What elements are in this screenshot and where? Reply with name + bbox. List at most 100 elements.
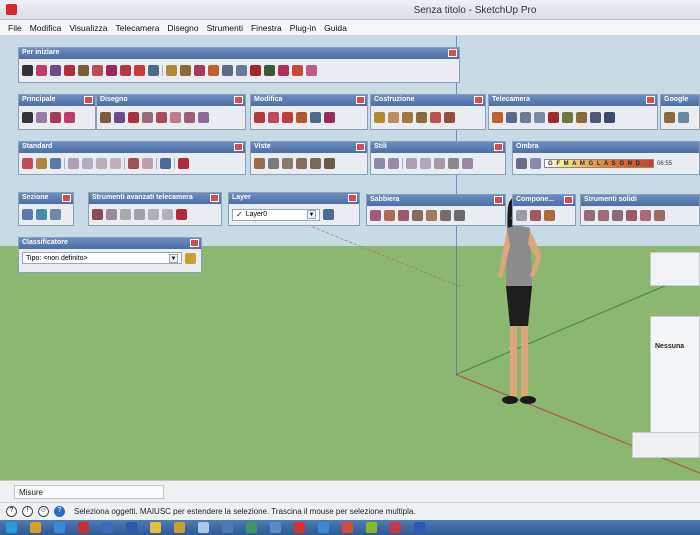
app-icon[interactable] [198,522,209,533]
eraser-icon[interactable] [64,112,75,123]
close-icon[interactable] [234,143,243,151]
sandbox-from-contours-icon[interactable] [370,210,381,221]
component-icon[interactable] [36,112,47,123]
paint-bucket-icon[interactable] [194,65,205,76]
position-camera-icon[interactable] [576,112,587,123]
share-model-icon[interactable] [292,65,303,76]
text-tool-icon[interactable] [180,65,191,76]
rotate-icon[interactable] [282,112,293,123]
model-info-icon[interactable] [178,158,189,169]
dimension-icon[interactable] [388,112,399,123]
save-icon[interactable] [50,158,61,169]
close-icon[interactable] [84,96,93,104]
shaded-icon[interactable] [434,158,445,169]
subtract-icon[interactable] [626,210,637,221]
display-section-cuts-icon[interactable] [50,209,61,220]
redo-icon[interactable] [142,158,153,169]
app-icon[interactable] [174,522,185,533]
scale-icon[interactable] [148,65,159,76]
zoom-icon[interactable] [236,65,247,76]
hidden-line-icon[interactable] [420,158,431,169]
select-tool-icon[interactable] [22,112,33,123]
move-icon[interactable] [120,65,131,76]
app-icon[interactable] [270,522,281,533]
classify-icon[interactable] [185,252,196,264]
previous-view-icon[interactable] [562,112,573,123]
menu-disegno[interactable]: Disegno [163,23,202,33]
3d-text-icon[interactable] [444,112,455,123]
look-around-icon[interactable] [590,112,601,123]
outer-shell-icon[interactable] [584,210,595,221]
delete-icon[interactable] [110,158,121,169]
menu-plugin[interactable]: Plug-in [286,23,320,33]
close-icon[interactable] [448,49,457,57]
close-icon[interactable] [494,143,503,151]
app-icon[interactable] [78,522,89,533]
display-section-planes-icon[interactable] [36,209,47,220]
app-icon[interactable] [150,522,161,533]
show-frustum-fog-icon[interactable] [162,209,173,220]
extension-icon[interactable] [278,65,289,76]
measurements-label[interactable]: Misure [14,485,164,499]
text-tool-icon[interactable] [416,112,427,123]
move-icon[interactable] [254,112,265,123]
component-attributes-icon[interactable] [544,210,555,221]
scale-icon[interactable] [310,112,321,123]
offset-icon[interactable] [106,65,117,76]
app-icon[interactable] [246,522,257,533]
help-icon[interactable]: ? [54,506,65,517]
browser-icon[interactable] [54,522,65,533]
geolocation-icon[interactable]: ? [6,506,17,517]
close-icon[interactable] [356,96,365,104]
credits-icon[interactable]: ! [22,506,33,517]
orbit-icon[interactable] [492,112,503,123]
intersect-icon[interactable] [598,210,609,221]
app-icon[interactable] [126,522,137,533]
smoove-icon[interactable] [398,210,409,221]
start-button-icon[interactable] [6,522,17,533]
app-icon[interactable] [294,522,305,533]
front-view-icon[interactable] [282,158,293,169]
monochrome-icon[interactable] [462,158,473,169]
offset-icon[interactable] [324,112,335,123]
two-point-arc-icon[interactable] [198,112,209,123]
axes-icon[interactable] [430,112,441,123]
app-icon[interactable] [366,522,377,533]
right-view-icon[interactable] [296,158,307,169]
rectangle-tool-icon[interactable] [78,65,89,76]
layout-icon[interactable] [306,65,317,76]
chevron-down-icon[interactable]: ▼ [307,210,316,219]
user-icon[interactable]: ☺ [38,506,49,517]
drape-icon[interactable] [426,210,437,221]
rotate-icon[interactable] [134,65,145,76]
follow-me-icon[interactable] [296,112,307,123]
lock-camera-icon[interactable] [120,209,131,220]
sketchup-taskbar-icon[interactable] [342,522,353,533]
chevron-down-icon[interactable]: ▼ [169,253,178,263]
open-file-icon[interactable] [36,158,47,169]
pan-icon[interactable] [506,112,517,123]
app-icon[interactable] [102,522,113,533]
close-icon[interactable] [190,239,199,247]
iso-view-icon[interactable] [254,158,265,169]
add-location-icon[interactable] [664,112,675,123]
app-icon[interactable] [222,522,233,533]
orbit-icon[interactable] [208,65,219,76]
close-icon[interactable] [494,196,503,204]
xray-icon[interactable] [374,158,385,169]
stamp-icon[interactable] [412,210,423,221]
arc-tool-icon[interactable] [64,65,75,76]
zoom-extents-icon[interactable] [548,112,559,123]
tape-measure-icon[interactable] [374,112,385,123]
back-edges-icon[interactable] [388,158,399,169]
push-pull-icon[interactable] [268,112,279,123]
close-icon[interactable] [210,194,219,202]
menu-modifica[interactable]: Modifica [26,23,66,33]
explorer-icon[interactable] [30,522,41,533]
select-tool-icon[interactable] [22,65,33,76]
layer-manager-icon[interactable] [323,209,334,220]
close-icon[interactable] [646,96,655,104]
app-icon[interactable] [390,522,401,533]
dynamic-component-icon[interactable] [516,210,527,221]
warehouse-icon[interactable] [264,65,275,76]
